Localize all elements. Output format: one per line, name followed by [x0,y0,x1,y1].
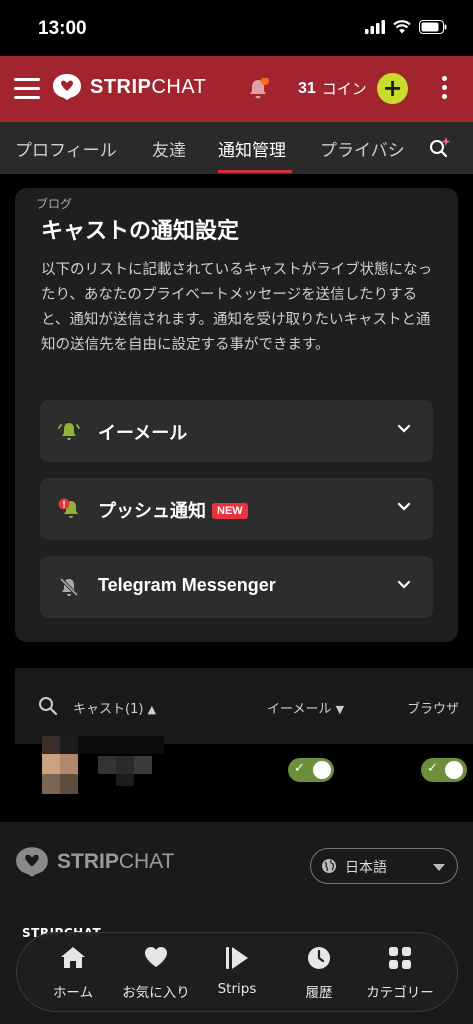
language-select[interactable]: 日本語 [310,848,458,884]
bell-icon [250,77,269,99]
tab-notifications[interactable]: 通知管理 [218,136,286,161]
play-icon [226,947,248,969]
chevron-down-icon [397,580,411,589]
home-icon [61,947,85,968]
language-value: 日本語 [345,860,387,876]
battery-icon [419,20,447,34]
check-icon: ✓ [294,761,305,776]
menu-icon[interactable] [14,78,40,100]
logo-mark-icon [53,74,81,100]
coins-balance[interactable]: 31 コイン [298,78,367,99]
coins-count: 31 [298,79,316,97]
option-email[interactable]: イーメール [40,400,433,462]
clock-icon [308,947,330,969]
chevron-down-icon [397,424,411,433]
email-toggle[interactable]: ✓ [288,758,334,782]
cast-notification-settings-card: キャストの通知設定 以下のリストに記載されているキャストがライブ状態になったり、… [15,188,458,642]
active-tab-indicator [218,170,292,173]
more-options-icon[interactable] [440,76,448,102]
status-time: 13:00 [38,18,87,39]
profile-tabs: プロフィール 友達 通知管理 プライバシ [0,122,473,174]
option-telegram[interactable]: Telegram Messenger [40,556,433,618]
status-bar: 13:00 [0,0,473,56]
chevron-down-icon [397,502,411,511]
tab-privacy[interactable]: プライバシ [320,136,405,161]
footer-logo[interactable]: STRIPCHAT [15,846,174,878]
wifi-icon [393,20,411,34]
col-browser[interactable]: ブラウザ [407,698,459,717]
globe-icon [322,859,336,873]
logo-text: STRIPCHAT [90,75,207,98]
signal-icon [365,20,385,34]
sort-down-icon: ▼ [335,703,345,716]
browser-toggle[interactable]: ✓ [421,758,467,782]
nav-categories[interactable]: カテゴリー [356,933,444,1013]
option-push-label: プッシュ通知 NEW [98,497,248,523]
status-icons [365,20,447,34]
option-email-label: イーメール [98,423,188,443]
bell-warning-icon [58,498,78,518]
app-header: STRIPCHAT 31 コイン + [0,56,473,122]
search-sparkle-icon [430,137,451,158]
check-icon: ✓ [427,761,438,776]
logo-mark-icon [16,847,48,877]
nav-strips[interactable]: Strips [193,933,281,1013]
heart-icon [145,947,167,967]
option-telegram-label: Telegram Messenger [98,575,276,595]
nav-favorites[interactable]: お気に入り [112,933,200,1013]
notifications-button[interactable] [247,77,269,104]
option-push[interactable]: プッシュ通知 NEW [40,478,433,540]
grid-icon [389,947,411,969]
card-description: 以下のリストに記載されているキャストがライブ状態になったり、あなたのプライベート… [41,262,433,353]
dropdown-arrow-icon [433,864,445,871]
tab-profile[interactable]: プロフィール [15,136,117,161]
coins-label: コイン [321,80,367,98]
bottom-navigation: ホーム お気に入り Strips 履歴 カテゴリー [16,932,458,1012]
search-sparkle-button[interactable] [428,136,452,164]
card-title: キャストの通知設定 [41,219,240,244]
sort-up-icon: ▲ [147,703,157,716]
bell-off-icon [59,577,79,597]
new-badge: NEW [212,503,248,519]
nav-home[interactable]: ホーム [29,933,117,1013]
cast-table-header: キャスト(1) ▲ イーメール ▼ ブラウザ [15,668,473,744]
bell-alert-icon [58,423,80,440]
tab-friends[interactable]: 友達 [152,136,186,161]
col-email[interactable]: イーメール ▼ [267,698,344,717]
search-icon[interactable] [38,696,58,716]
col-cast[interactable]: キャスト(1) ▲ [73,698,156,717]
buy-coins-button[interactable]: + [377,73,408,104]
nav-history[interactable]: 履歴 [275,933,363,1013]
stripchat-logo[interactable]: STRIPCHAT [52,73,206,101]
footer-link-blog[interactable]: ブログ [36,195,72,212]
cast-avatar-blurred[interactable] [24,736,164,796]
